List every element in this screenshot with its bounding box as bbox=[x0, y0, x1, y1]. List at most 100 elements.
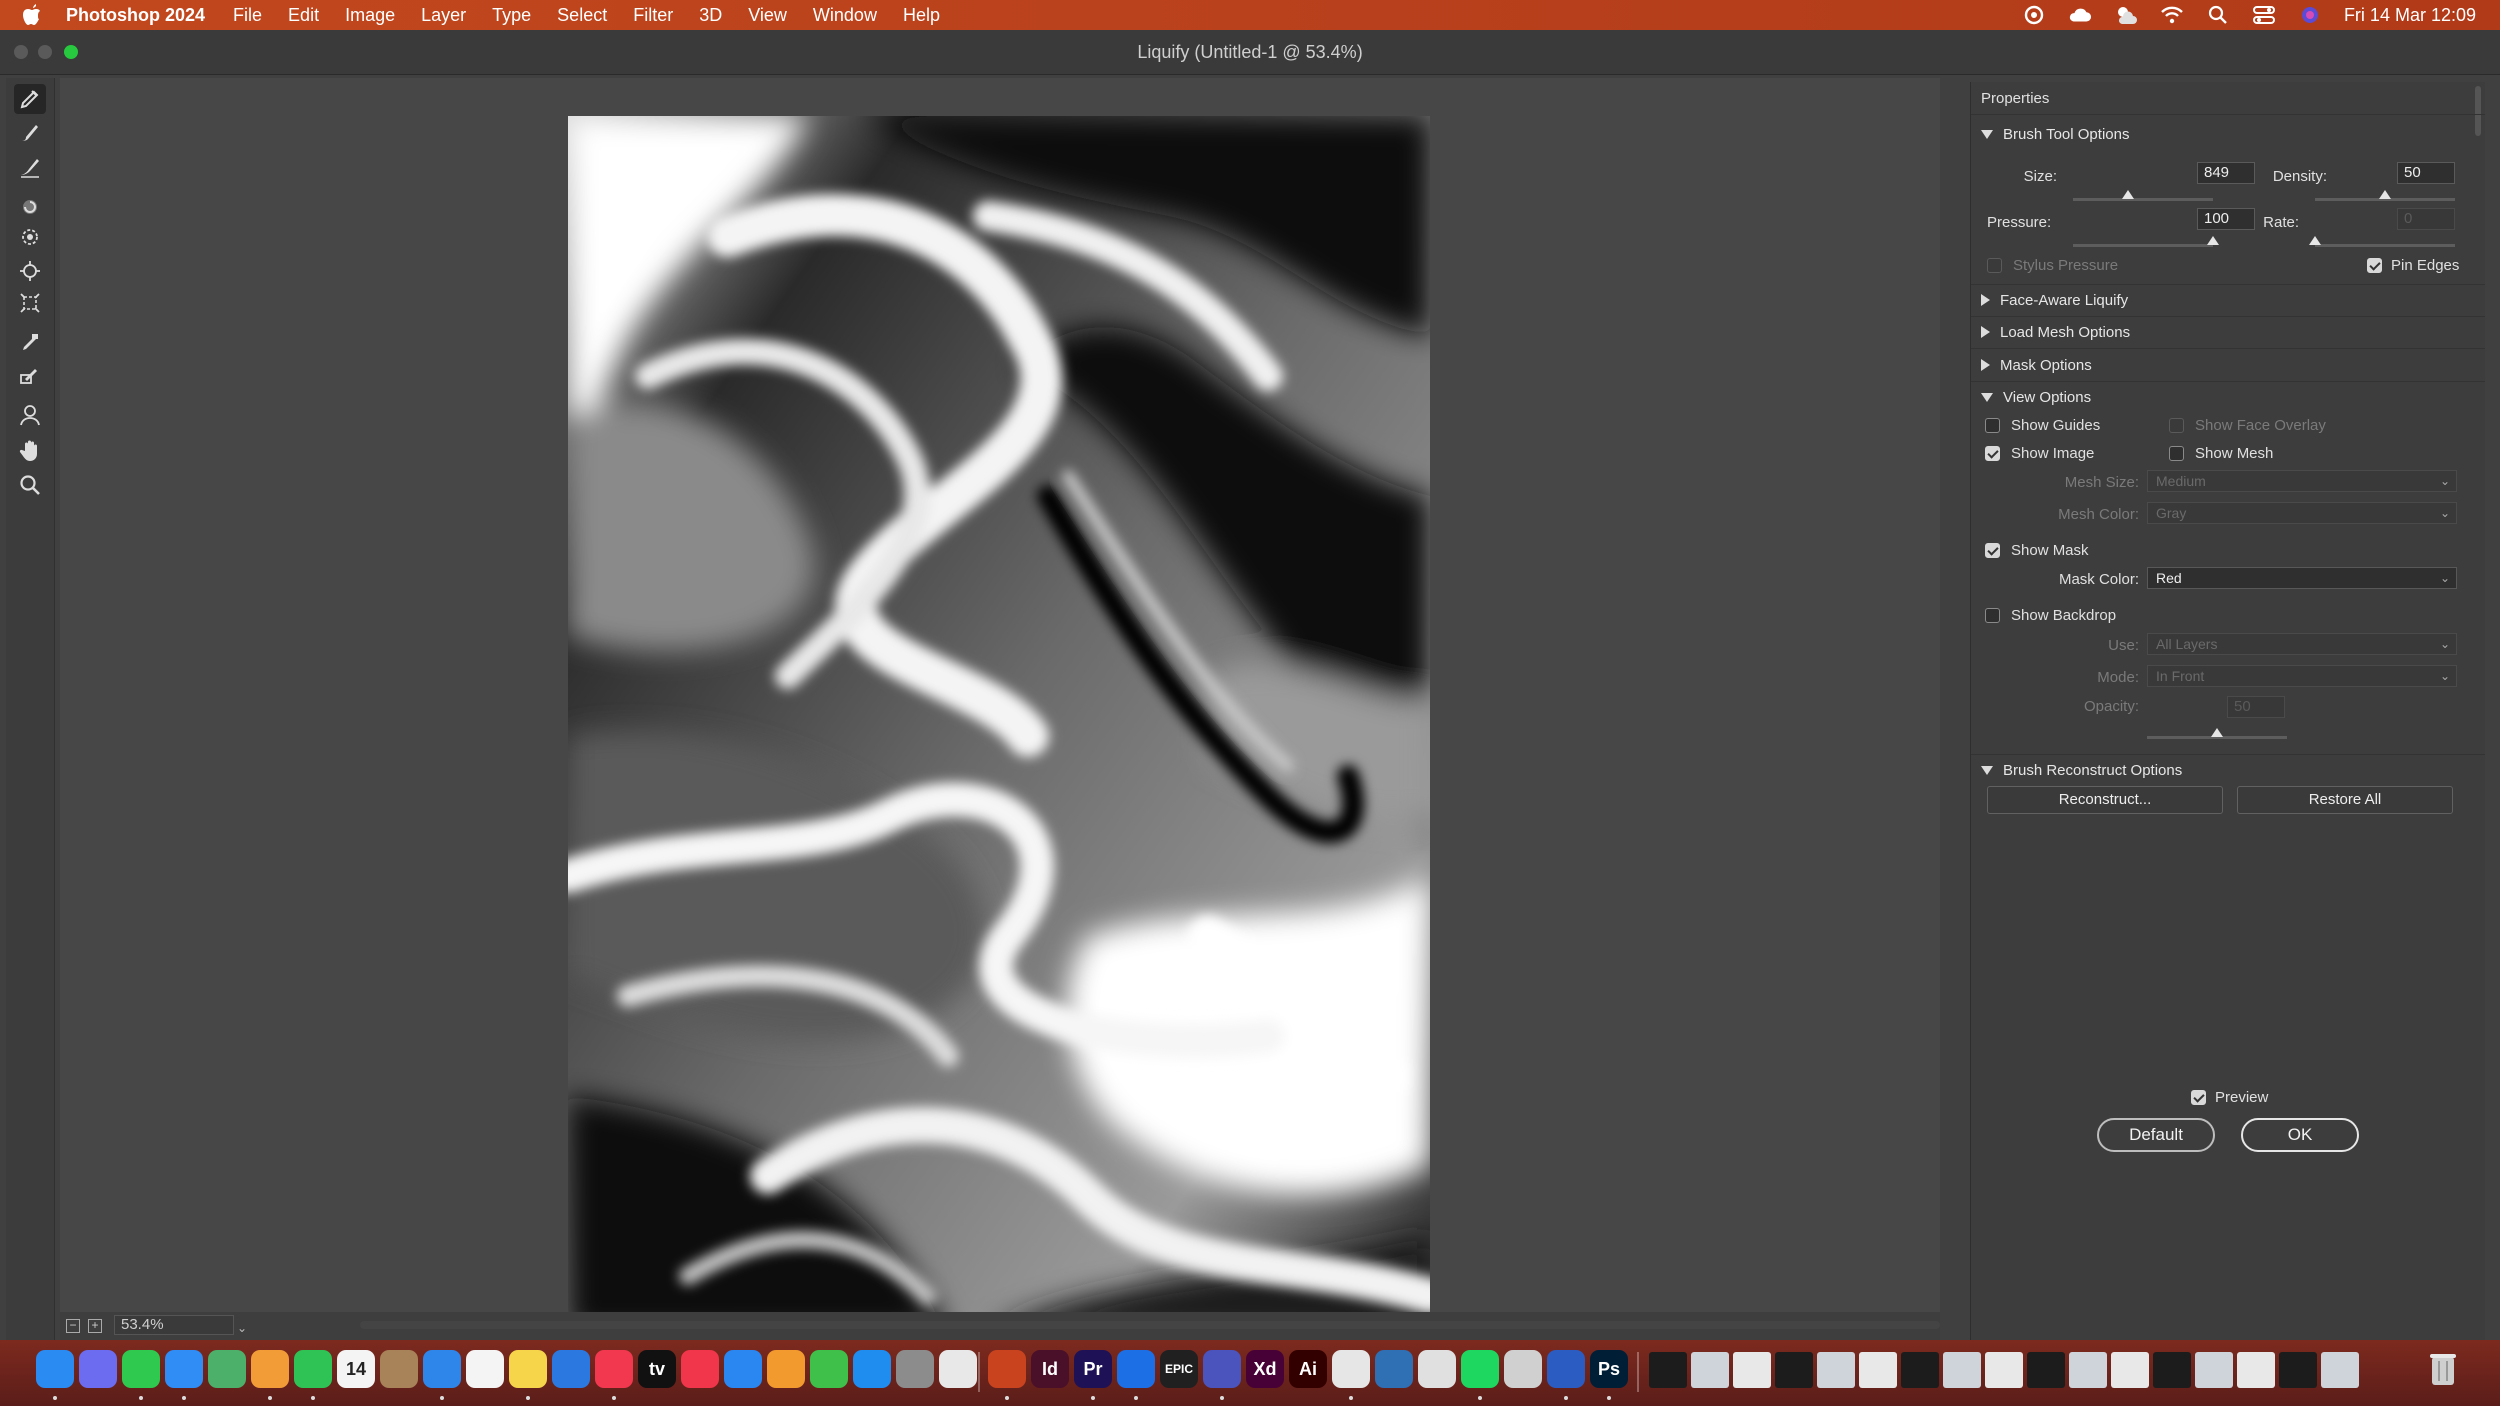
menu-view[interactable]: View bbox=[748, 5, 787, 26]
liquified-image[interactable] bbox=[568, 116, 1430, 1334]
dock-word-icon[interactable] bbox=[1547, 1350, 1585, 1388]
menu-3d[interactable]: 3D bbox=[699, 5, 722, 26]
push-left-tool-icon[interactable] bbox=[14, 288, 46, 318]
wifi-icon[interactable] bbox=[2160, 3, 2184, 27]
dock-trash-icon[interactable] bbox=[2424, 1350, 2462, 1388]
dock-minimized-window[interactable] bbox=[2069, 1352, 2107, 1388]
menu-image[interactable]: Image bbox=[345, 5, 395, 26]
zoom-in-button[interactable]: + bbox=[88, 1319, 102, 1333]
size-slider-track[interactable] bbox=[2073, 198, 2213, 201]
app-menu[interactable]: Photoshop 2024 bbox=[66, 5, 205, 26]
dock-chrome-icon[interactable] bbox=[1332, 1350, 1370, 1388]
dock-screenshot-icon[interactable] bbox=[1504, 1350, 1542, 1388]
menu-file[interactable]: File bbox=[233, 5, 262, 26]
dock-messages-icon[interactable] bbox=[122, 1350, 160, 1388]
dock-app-store-icon[interactable] bbox=[853, 1350, 891, 1388]
dock-spotify-icon[interactable] bbox=[1461, 1350, 1499, 1388]
dock-minimized-window[interactable] bbox=[1985, 1352, 2023, 1388]
dock-finder-icon[interactable] bbox=[36, 1350, 74, 1388]
show-guides-checkbox[interactable] bbox=[1985, 418, 2000, 433]
bloat-tool-icon[interactable] bbox=[14, 256, 46, 286]
show-image-checkbox[interactable] bbox=[1985, 446, 2000, 461]
dock-contacts-icon[interactable] bbox=[380, 1350, 418, 1388]
menu-layer[interactable]: Layer bbox=[421, 5, 466, 26]
hand-tool-icon[interactable] bbox=[14, 436, 46, 466]
preview-checkbox[interactable] bbox=[2191, 1090, 2206, 1105]
section-mask-options[interactable]: Mask Options bbox=[1981, 355, 2092, 375]
dock-proxyman-icon[interactable] bbox=[1375, 1350, 1413, 1388]
show-mesh-checkbox[interactable] bbox=[2169, 446, 2184, 461]
dock-music-icon[interactable] bbox=[595, 1350, 633, 1388]
section-face-aware-liquify[interactable]: Face-Aware Liquify bbox=[1981, 290, 2128, 310]
density-slider-thumb[interactable] bbox=[2379, 190, 2391, 199]
dock-xcode-icon[interactable] bbox=[1117, 1350, 1155, 1388]
dock-minimized-window[interactable] bbox=[1943, 1352, 1981, 1388]
pressure-slider-track[interactable] bbox=[2073, 244, 2213, 247]
dock-system-settings-icon[interactable] bbox=[896, 1350, 934, 1388]
reconstruct-tool-icon[interactable] bbox=[14, 118, 46, 148]
dock-keynote-icon[interactable] bbox=[724, 1350, 762, 1388]
dock-apple-tv-icon[interactable]: tv bbox=[638, 1350, 676, 1388]
dock-minimized-window[interactable] bbox=[1817, 1352, 1855, 1388]
pressure-slider-thumb[interactable] bbox=[2207, 236, 2219, 245]
dock-illustrator-icon[interactable]: Ai bbox=[1289, 1350, 1327, 1388]
dock-calendar-icon[interactable]: 14 bbox=[337, 1350, 375, 1388]
menu-help[interactable]: Help bbox=[903, 5, 940, 26]
dock-minimized-window[interactable] bbox=[1859, 1352, 1897, 1388]
dock-adobe-xd-icon[interactable]: Xd bbox=[1246, 1350, 1284, 1388]
menu-select[interactable]: Select bbox=[557, 5, 607, 26]
menu-window[interactable]: Window bbox=[813, 5, 877, 26]
dock-minimized-window[interactable] bbox=[2153, 1352, 2191, 1388]
dock-epic-games-icon[interactable]: EPIC bbox=[1160, 1350, 1198, 1388]
zoom-tool-icon[interactable] bbox=[14, 470, 46, 500]
horizontal-scrollbar[interactable] bbox=[360, 1321, 1940, 1329]
pucker-tool-icon[interactable] bbox=[14, 222, 46, 252]
dock-launchpad-icon[interactable] bbox=[79, 1350, 117, 1388]
forward-warp-tool-icon[interactable] bbox=[14, 84, 46, 114]
ok-button[interactable]: OK bbox=[2241, 1118, 2359, 1152]
dock-premiere-pro-icon[interactable]: Pr bbox=[1074, 1350, 1112, 1388]
dock-minimized-window[interactable] bbox=[2027, 1352, 2065, 1388]
dock-news-icon[interactable] bbox=[681, 1350, 719, 1388]
dock-notes-icon[interactable] bbox=[509, 1350, 547, 1388]
dock-minimized-window[interactable] bbox=[2279, 1352, 2317, 1388]
canvas-area[interactable] bbox=[60, 78, 1940, 1340]
show-backdrop-checkbox[interactable] bbox=[1985, 608, 2000, 623]
dock-indesign-icon[interactable]: Id bbox=[1031, 1350, 1069, 1388]
dock-minimized-window[interactable] bbox=[2111, 1352, 2149, 1388]
dock-powerpoint-icon[interactable] bbox=[988, 1350, 1026, 1388]
dock-maps-icon[interactable] bbox=[208, 1350, 246, 1388]
icloud-icon[interactable] bbox=[2068, 3, 2092, 27]
show-mask-checkbox[interactable] bbox=[1985, 543, 2000, 558]
dock-numbers-icon[interactable] bbox=[810, 1350, 848, 1388]
zoom-field[interactable]: 53.4% ⌄ bbox=[114, 1315, 247, 1335]
size-slider-thumb[interactable] bbox=[2121, 190, 2134, 199]
dock-reminders-icon[interactable] bbox=[466, 1350, 504, 1388]
apple-menu-icon[interactable] bbox=[22, 2, 46, 28]
dock-minimized-window[interactable] bbox=[2321, 1352, 2359, 1388]
menu-edit[interactable]: Edit bbox=[288, 5, 319, 26]
dock-minimized-window[interactable] bbox=[1901, 1352, 1939, 1388]
freeze-mask-tool-icon[interactable] bbox=[14, 328, 46, 358]
chevron-down-icon[interactable]: ⌄ bbox=[237, 1319, 247, 1337]
creative-cloud-icon[interactable] bbox=[2022, 3, 2046, 27]
dock-teams-icon[interactable] bbox=[1203, 1350, 1241, 1388]
dock-facetime-icon[interactable] bbox=[294, 1350, 332, 1388]
dock-minimized-window[interactable] bbox=[1733, 1352, 1771, 1388]
dock-minimized-window[interactable] bbox=[2237, 1352, 2275, 1388]
clock[interactable]: Fri 14 Mar 12:09 bbox=[2344, 5, 2476, 26]
section-brush-tool-options[interactable]: Brush Tool Options bbox=[1981, 124, 2129, 144]
restore-all-button[interactable]: Restore All bbox=[2237, 786, 2453, 814]
weather-icon[interactable] bbox=[2114, 3, 2138, 27]
spotlight-icon[interactable] bbox=[2206, 3, 2230, 27]
dock-safari-icon[interactable] bbox=[423, 1350, 461, 1388]
dock-font-book-icon[interactable] bbox=[1418, 1350, 1456, 1388]
dock-photoshop-icon[interactable]: Ps bbox=[1590, 1350, 1628, 1388]
dock-photos-icon[interactable] bbox=[251, 1350, 289, 1388]
density-input[interactable]: 50 bbox=[2397, 162, 2455, 184]
twirl-clockwise-tool-icon[interactable] bbox=[14, 192, 46, 222]
dock-freeform-icon[interactable] bbox=[552, 1350, 590, 1388]
pin-edges-checkbox[interactable] bbox=[2367, 258, 2382, 273]
smooth-tool-icon[interactable] bbox=[14, 152, 46, 182]
face-tool-icon[interactable] bbox=[14, 400, 46, 430]
